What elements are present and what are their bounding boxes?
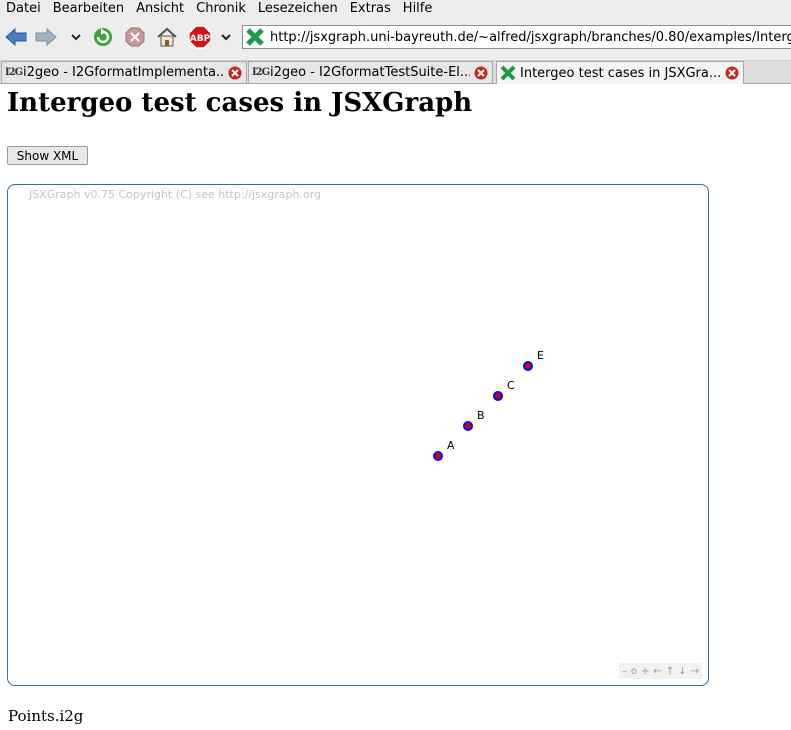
zoom-in-button[interactable]: +: [641, 666, 649, 677]
jsxgraph-board[interactable]: JSXGraph v0.75 Copyright (C) see http://…: [7, 184, 709, 686]
close-tab-icon[interactable]: [474, 66, 488, 80]
tab-label: i2geo - I2GformatImplementa...: [23, 65, 224, 80]
point-a[interactable]: [433, 451, 443, 461]
navigation-toolbar: ABP http://jsxgraph.uni-bayreuth.de/~alf…: [0, 17, 791, 61]
point-label-c: C: [507, 379, 515, 392]
point-b[interactable]: [463, 421, 473, 431]
show-xml-button[interactable]: Show XML: [7, 146, 88, 165]
point-c[interactable]: [493, 391, 503, 401]
menu-ansicht[interactable]: Ansicht: [130, 0, 190, 17]
reload-icon[interactable]: [91, 25, 115, 49]
menu-hilfe[interactable]: Hilfe: [397, 0, 439, 17]
board-canvas: A B C E: [433, 349, 544, 461]
tab-label: Intergeo test cases in JSXGra...: [520, 65, 721, 81]
board-navigation-panel: – o + ← ↑ ↓ →: [618, 663, 702, 679]
i2g-favicon: I2G: [252, 67, 270, 78]
home-icon[interactable]: [155, 25, 179, 49]
menu-chronik[interactable]: Chronik: [190, 0, 252, 17]
jsxgraph-site-icon: [246, 28, 264, 46]
tab-intergeo-test-cases[interactable]: Intergeo test cases in JSXGra...: [496, 61, 744, 84]
pan-up-button[interactable]: ↑: [666, 666, 674, 677]
zoom-out-button[interactable]: –: [622, 666, 627, 677]
close-tab-icon[interactable]: [228, 66, 242, 80]
menu-extras[interactable]: Extras: [344, 0, 397, 17]
jsxgraph-favicon: [500, 65, 516, 81]
url-text: http://jsxgraph.uni-bayreuth.de/~alfred/…: [270, 29, 791, 45]
stop-icon[interactable]: [123, 25, 147, 49]
menu-bearbeiten[interactable]: Bearbeiten: [47, 0, 130, 17]
i2g-favicon: I2G: [5, 67, 23, 78]
history-dropdown-icon[interactable]: [70, 29, 82, 45]
pan-down-button[interactable]: ↓: [678, 666, 686, 677]
adblock-dropdown-icon[interactable]: [220, 29, 232, 45]
pan-right-button[interactable]: →: [691, 666, 699, 677]
back-arrow-icon[interactable]: [4, 25, 28, 49]
point-e[interactable]: [523, 361, 533, 371]
point-label-e: E: [537, 349, 544, 362]
pan-left-button[interactable]: ←: [653, 666, 661, 677]
point-label-b: B: [477, 409, 485, 422]
url-bar[interactable]: http://jsxgraph.uni-bayreuth.de/~alfred/…: [242, 25, 791, 49]
close-tab-icon[interactable]: [725, 66, 739, 80]
menu-bar: Datei Bearbeiten Ansicht Chronik Lesezei…: [0, 0, 791, 17]
tab-i2g-testsuite[interactable]: I2G i2geo - I2GformatTestSuite-El...: [248, 61, 493, 83]
adblock-label: ABP: [190, 34, 211, 44]
tab-label: i2geo - I2GformatTestSuite-El...: [270, 65, 470, 80]
page-title: Intergeo test cases in JSXGraph: [7, 88, 473, 118]
forward-arrow-icon[interactable]: [34, 25, 58, 49]
adblock-icon[interactable]: ABP: [188, 25, 212, 49]
point-label-a: A: [447, 439, 455, 452]
zoom-reset-button[interactable]: o: [631, 666, 637, 677]
file-name: Points.i2g: [8, 707, 84, 725]
menu-datei[interactable]: Datei: [0, 0, 47, 17]
tab-strip: I2G i2geo - I2GformatImplementa... I2G i…: [0, 61, 791, 84]
menu-lesezeichen[interactable]: Lesezeichen: [252, 0, 344, 17]
tab-i2g-implementation[interactable]: I2G i2geo - I2GformatImplementa...: [1, 61, 247, 83]
